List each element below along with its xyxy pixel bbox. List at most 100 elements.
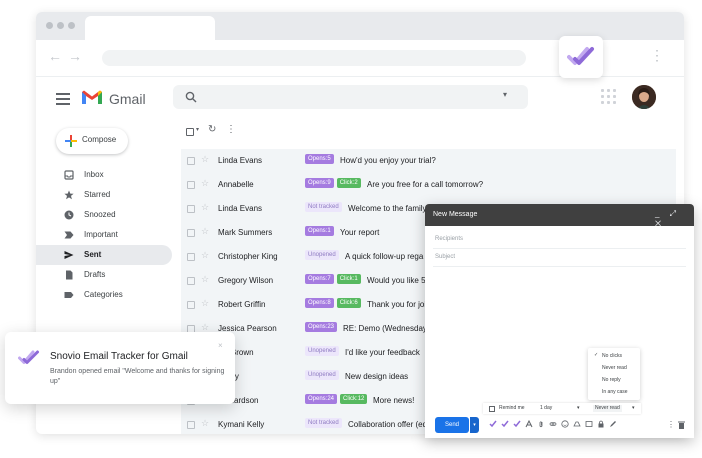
text-format-icon[interactable] xyxy=(525,420,533,428)
sidebar-item-important[interactable]: Important xyxy=(36,225,172,245)
refresh-icon[interactable]: ↻ xyxy=(208,124,216,135)
tracking-tags: Unopened xyxy=(305,346,339,356)
star-icon[interactable]: ☆ xyxy=(201,202,209,213)
select-all-checkbox[interactable] xyxy=(186,128,194,136)
draft-icon xyxy=(66,270,73,280)
row-checkbox[interactable] xyxy=(187,301,195,309)
send-button[interactable]: Send xyxy=(435,417,469,433)
open-count-badge: Opens:7 xyxy=(305,274,334,284)
search-icon xyxy=(185,91,197,103)
click-count-badge: Click:6 xyxy=(336,298,361,308)
divider xyxy=(433,248,686,249)
sidebar-item-label: Categories xyxy=(84,290,123,299)
recipients-field[interactable]: Recipients xyxy=(435,236,463,242)
tracking-tags: Opens:7 Click:1 xyxy=(305,274,361,284)
row-checkbox[interactable] xyxy=(187,277,195,285)
drive-icon[interactable] xyxy=(573,420,581,428)
row-checkbox[interactable] xyxy=(187,181,195,189)
tracker-badge[interactable] xyxy=(559,36,603,78)
window-controls-icon[interactable]: _ ⤢ ✕ xyxy=(655,209,694,229)
star-icon xyxy=(64,190,74,200)
click-count-badge: Click:12 xyxy=(340,394,368,404)
sidebar-item-starred[interactable]: Starred xyxy=(36,185,172,205)
emoji-icon[interactable] xyxy=(561,420,569,428)
tracking-tags: Not tracked xyxy=(305,418,342,428)
hamburger-menu-icon[interactable] xyxy=(56,93,70,108)
sidebar-item-sent[interactable]: Sent xyxy=(36,245,172,265)
sidebar-item-inbox[interactable]: Inbox xyxy=(36,165,172,185)
menu-item[interactable]: In any case xyxy=(602,389,628,395)
forward-arrow-icon[interactable]: → xyxy=(68,48,82,64)
sidebar-item-snoozed[interactable]: Snoozed xyxy=(36,205,172,225)
email-subject: Collaboration offer (ed xyxy=(348,420,428,429)
open-count-badge: Opens:23 xyxy=(305,322,338,332)
address-bar[interactable] xyxy=(102,50,526,66)
tracker-check-icon[interactable] xyxy=(513,420,521,428)
remind-condition-select[interactable]: Never read xyxy=(593,405,622,412)
close-icon[interactable]: × xyxy=(218,341,223,350)
attach-icon[interactable] xyxy=(537,420,545,428)
email-subject: I'd like your feedback xyxy=(345,348,420,357)
star-icon[interactable]: ☆ xyxy=(201,274,209,285)
link-icon[interactable] xyxy=(549,420,557,428)
row-checkbox[interactable] xyxy=(187,229,195,237)
email-row[interactable]: ☆ Linda Evans Opens:5 How'd you enjoy your … xyxy=(181,149,676,174)
menu-item[interactable]: No clicks xyxy=(602,353,622,359)
sidebar-item-label: Drafts xyxy=(84,270,106,279)
tracking-tags: Unopened xyxy=(305,250,339,260)
remind-delay-select[interactable]: 1 day xyxy=(540,405,552,411)
row-checkbox[interactable] xyxy=(187,205,195,213)
star-icon[interactable]: ☆ xyxy=(201,154,209,165)
lock-icon[interactable] xyxy=(597,420,605,428)
remind-checkbox[interactable] xyxy=(489,406,495,412)
row-checkbox[interactable] xyxy=(187,253,195,261)
menu-item[interactable]: Never read xyxy=(602,365,627,371)
compose-button[interactable]: Compose xyxy=(56,128,128,154)
dropdown-icon[interactable]: ▾ xyxy=(632,405,635,411)
pen-icon[interactable] xyxy=(609,420,617,428)
gmail-logo-icon xyxy=(82,90,102,104)
dropdown-icon[interactable]: ▾ xyxy=(577,405,580,411)
window-dot[interactable] xyxy=(46,22,53,29)
toast-message: Brandon opened email "Welcome and thanks… xyxy=(50,368,225,385)
more-options-icon[interactable]: ⋮ xyxy=(226,124,236,135)
back-arrow-icon[interactable]: ← xyxy=(48,48,62,64)
avatar[interactable] xyxy=(632,85,656,109)
trash-icon[interactable] xyxy=(678,421,685,429)
email-row[interactable]: ☆ Annabelle Opens:9 Click:2 Are you free for… xyxy=(181,173,676,198)
star-icon[interactable]: ☆ xyxy=(201,226,209,237)
row-checkbox[interactable] xyxy=(187,421,195,429)
window-dot[interactable] xyxy=(57,22,64,29)
search-input[interactable]: ▾ xyxy=(173,85,528,109)
tracker-check-icon[interactable] xyxy=(489,420,497,428)
star-icon[interactable]: ☆ xyxy=(201,250,209,261)
more-options-icon[interactable]: ⋮ xyxy=(667,420,675,429)
browser-tab[interactable] xyxy=(85,16,215,40)
star-icon[interactable]: ☆ xyxy=(201,418,209,429)
tracking-tags: Opens:5 xyxy=(305,154,334,164)
menu-item[interactable]: No reply xyxy=(602,377,621,383)
tracker-check-icon[interactable] xyxy=(501,420,509,428)
open-count-badge: Opens:1 xyxy=(305,226,334,236)
star-icon[interactable]: ☆ xyxy=(201,298,209,309)
star-icon[interactable]: ☆ xyxy=(201,178,209,189)
sidebar-item-drafts[interactable]: Drafts xyxy=(36,265,172,285)
sender-name: Robert Griffin xyxy=(218,300,266,309)
email-subject: Are you free for a call tomorrow? xyxy=(367,180,484,189)
photo-icon[interactable] xyxy=(585,420,593,428)
subject-field[interactable]: Subject xyxy=(435,254,455,260)
window-dot[interactable] xyxy=(68,22,75,29)
sender-name: Christopher King xyxy=(218,252,278,261)
tracking-tags: Unopened xyxy=(305,370,339,380)
search-options-icon[interactable]: ▾ xyxy=(503,90,507,99)
send-options-icon[interactable]: ▾ xyxy=(470,417,479,433)
reminder-bar: Remind me 1 day ▾ Never read ▾ xyxy=(483,403,641,414)
row-checkbox[interactable] xyxy=(187,157,195,165)
apps-grid-icon[interactable] xyxy=(601,89,616,104)
select-dropdown-icon[interactable]: ▾ xyxy=(196,126,199,133)
browser-menu-icon[interactable]: ⋮ xyxy=(650,48,664,62)
sidebar-item-categories[interactable]: Categories xyxy=(36,285,172,305)
click-count-badge: Click:1 xyxy=(336,274,361,284)
email-subject: Thank you for join xyxy=(367,300,431,309)
sidebar-item-label: Inbox xyxy=(84,170,104,179)
